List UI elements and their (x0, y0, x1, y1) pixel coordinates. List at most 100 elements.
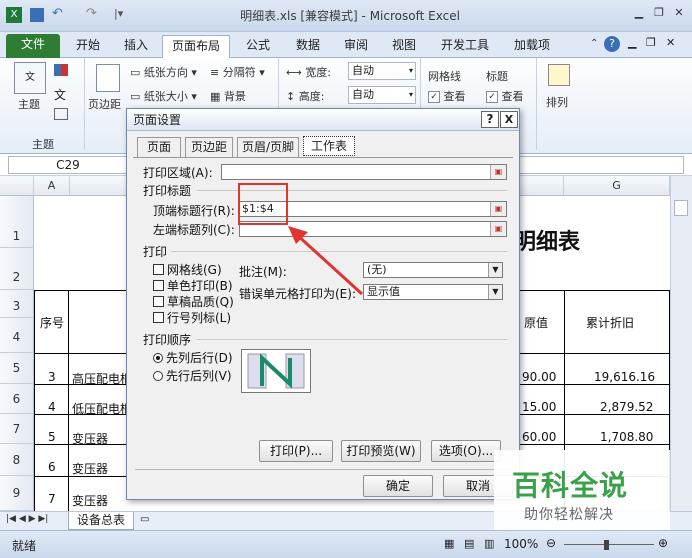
margins-button[interactable]: 页边距 (88, 96, 121, 112)
sheet-tab-equipment[interactable]: 设备总表 (68, 512, 134, 530)
column-header-g[interactable]: G (564, 176, 670, 196)
page-break-view-icon[interactable]: ▥ (484, 537, 494, 550)
cell-value[interactable]: 90.00 (522, 370, 556, 384)
name-box[interactable]: C29 (8, 156, 128, 174)
undo-icon[interactable]: ↶ (52, 6, 63, 21)
row-header-9[interactable]: 9 (0, 476, 34, 511)
tab-formulas[interactable]: 公式 (236, 35, 280, 58)
tab-addins[interactable]: 加载项 (504, 35, 560, 58)
cell-seq[interactable]: 5 (48, 430, 56, 444)
cell-name[interactable]: 变压器 (72, 460, 108, 477)
draft-quality-checkbox[interactable]: 草稿品质(Q) (153, 293, 234, 310)
select-all-corner[interactable] (0, 176, 34, 196)
size-button[interactable]: ▭ 纸张大小 ▾ (130, 88, 197, 104)
qat-customize-icon[interactable]: |▾ (114, 7, 123, 20)
headings-view-checkbox[interactable]: ✓ 查看 (486, 88, 524, 104)
tab-insert[interactable]: 插入 (114, 35, 158, 58)
tab-developer[interactable]: 开发工具 (432, 35, 498, 58)
redo-icon[interactable]: ↷ (86, 6, 97, 21)
ribbon-minimize-icon[interactable]: ▁ (628, 36, 636, 49)
margins-icon[interactable] (96, 64, 120, 92)
dialog-tab-page[interactable]: 页面 (137, 137, 181, 157)
tab-review[interactable]: 审阅 (334, 35, 378, 58)
row-header-5[interactable]: 5 (0, 353, 34, 384)
print-preview-button[interactable]: 打印预览(W) (341, 440, 421, 462)
row-header-1[interactable]: 1 (0, 196, 34, 248)
errors-select[interactable]: 显示值 ▼ (363, 284, 503, 300)
print-area-input[interactable]: ▣ (221, 164, 507, 180)
dialog-tab-sheet[interactable]: 工作表 (303, 136, 355, 156)
height-combo[interactable]: 自动 ▾ (348, 86, 416, 104)
row-header-7[interactable]: 7 (0, 414, 34, 444)
range-select-icon[interactable]: ▣ (490, 165, 506, 179)
gridlines-view-checkbox[interactable]: ✓ 查看 (428, 88, 466, 104)
column-header-a[interactable]: A (34, 176, 70, 196)
vertical-scrollbar[interactable] (670, 176, 692, 511)
gridlines-checkbox[interactable]: 网格线(G) (153, 261, 222, 278)
cell-seq[interactable]: 4 (48, 400, 56, 414)
cell-seq[interactable]: 6 (48, 460, 56, 474)
over-then-down-radio[interactable]: 先行后列(V) (153, 367, 232, 384)
ribbon-close-icon[interactable]: ✕ (666, 36, 675, 49)
zoom-in-icon[interactable]: ⊕ (658, 536, 668, 550)
cell-name[interactable]: 高压配电柜 (72, 370, 132, 387)
zoom-level[interactable]: 100% (504, 537, 538, 551)
options-button[interactable]: 选项(O)... (431, 440, 501, 462)
excel-app-icon[interactable]: X (6, 7, 22, 23)
normal-view-icon[interactable]: ▦ (444, 537, 454, 550)
print-button[interactable]: 打印(P)... (259, 440, 333, 462)
background-button[interactable]: ▦ 背景 (210, 88, 246, 104)
cell-name[interactable]: 变压器 (72, 430, 108, 447)
zoom-slider[interactable] (564, 544, 654, 545)
cell-value[interactable]: 15.00 (522, 400, 556, 414)
tab-view[interactable]: 视图 (382, 35, 426, 58)
tab-home[interactable]: 开始 (66, 35, 110, 58)
cell-name[interactable]: 变压器 (72, 492, 108, 509)
new-sheet-icon[interactable]: ▭ (140, 514, 149, 525)
cell-name[interactable]: 低压配电柜 (72, 400, 132, 417)
cell-cum[interactable]: 1,708.80 (600, 430, 653, 444)
sheet-nav-icon[interactable]: |◀ ◀ ▶ ▶| (6, 514, 48, 524)
zoom-slider-thumb[interactable] (604, 540, 609, 550)
row-header-4[interactable]: 4 (0, 318, 34, 353)
theme-colors-icon[interactable] (54, 64, 68, 76)
help-icon[interactable]: ? (604, 36, 620, 52)
ribbon-restore-icon[interactable]: ❐ (646, 36, 656, 49)
breaks-button[interactable]: ≡ 分隔符 ▾ (210, 64, 265, 80)
restore-icon[interactable]: ❐ (652, 6, 666, 20)
row-header-8[interactable]: 8 (0, 444, 34, 476)
dialog-tab-header-footer[interactable]: 页眉/页脚 (237, 137, 299, 157)
page-layout-view-icon[interactable]: ▤ (464, 537, 474, 550)
row-col-headings-checkbox[interactable]: 行号列标(L) (153, 309, 231, 326)
tab-page-layout[interactable]: 页面布局 (162, 35, 230, 59)
arrange-icon[interactable] (548, 64, 570, 86)
tab-data[interactable]: 数据 (286, 35, 330, 58)
themes-icon[interactable]: 文 (14, 62, 46, 94)
dialog-close-button[interactable]: X (500, 111, 518, 128)
row-header-3[interactable]: 3 (0, 290, 34, 318)
close-icon[interactable]: ✕ (672, 6, 686, 20)
theme-fonts-icon[interactable]: 文 (54, 86, 66, 103)
range-select-icon[interactable]: ▣ (490, 202, 506, 216)
theme-effects-icon[interactable] (54, 108, 68, 120)
cell-seq[interactable]: 3 (48, 370, 56, 384)
comments-select[interactable]: (无) ▼ (363, 262, 503, 278)
collapse-ribbon-icon[interactable]: ⌃ (590, 38, 598, 49)
row-header-2[interactable]: 2 (0, 248, 34, 290)
themes-button[interactable]: 主题 (18, 96, 40, 112)
range-select-icon[interactable]: ▣ (490, 222, 506, 236)
row-header-6[interactable]: 6 (0, 384, 34, 414)
down-then-over-radio[interactable]: 先列后行(D) (153, 349, 233, 366)
width-combo[interactable]: 自动 ▾ (348, 62, 416, 80)
arrange-button[interactable]: 排列 (546, 94, 568, 110)
ok-button[interactable]: 确定 (363, 475, 433, 497)
tab-file[interactable]: 文件 (6, 34, 60, 58)
minimize-icon[interactable]: ▁ (632, 6, 646, 20)
orientation-button[interactable]: ▭ 纸张方向 ▾ (130, 64, 197, 80)
cell-cum[interactable]: 2,879.52 (600, 400, 653, 414)
dialog-tab-margins[interactable]: 页边距 (185, 137, 233, 157)
black-white-checkbox[interactable]: 单色打印(B) (153, 277, 233, 294)
cell-value[interactable]: 60.00 (522, 430, 556, 444)
cell-seq[interactable]: 7 (48, 492, 56, 506)
dialog-help-button[interactable]: ? (481, 111, 499, 128)
